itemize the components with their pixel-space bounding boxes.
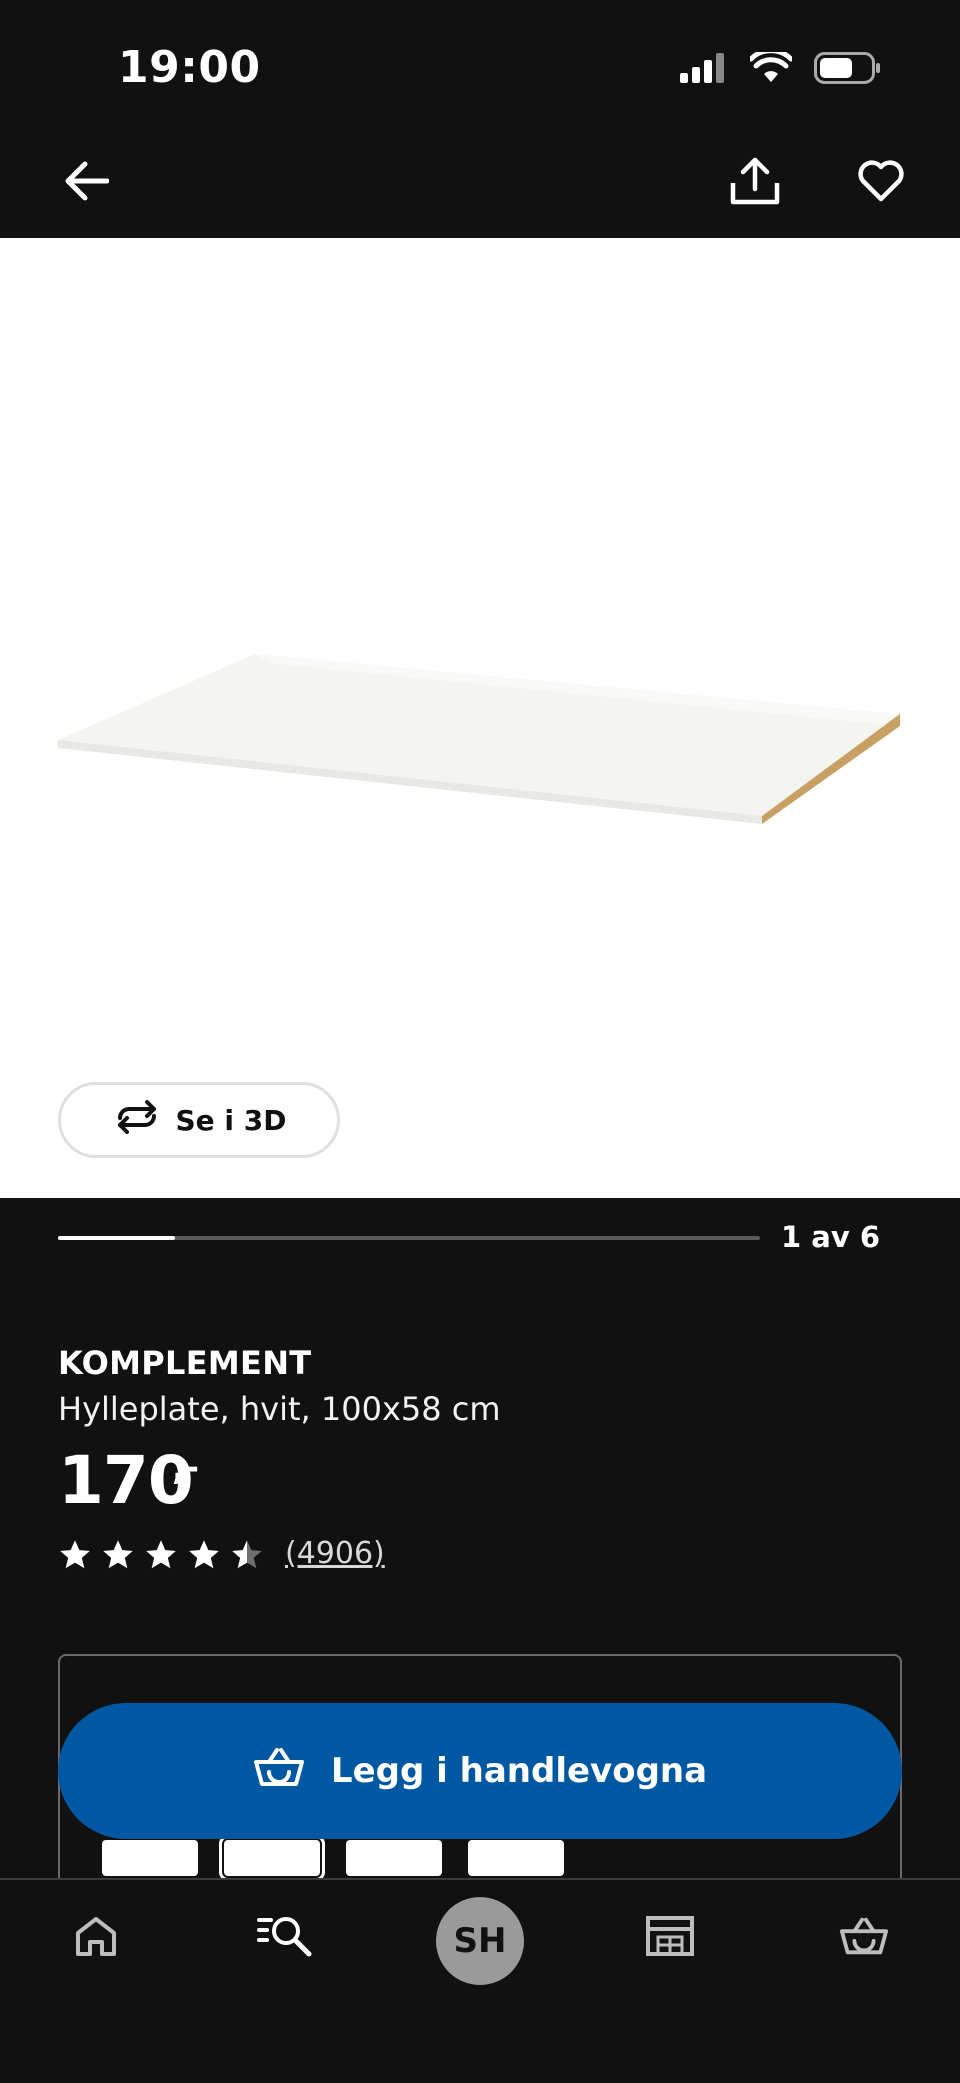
option-swatch[interactable] [468,1840,564,1876]
status-time: 19:00 [118,42,261,93]
rotate-3d-icon [112,1099,162,1141]
store-icon [645,1915,695,1961]
share-button[interactable] [720,148,790,218]
view-3d-label: Se i 3D [175,1103,287,1137]
gallery-progress-fill [58,1236,175,1240]
product-image-area[interactable] [0,238,960,1198]
status-icons [680,48,880,88]
gallery-progress-bar [58,1236,760,1240]
product-image [58,654,900,824]
nav-search[interactable] [236,1900,336,1976]
nav-profile-avatar[interactable]: SH [436,1897,524,1985]
nav-home[interactable] [46,1900,146,1976]
star-icon [189,1539,219,1568]
star-icon [232,1539,262,1568]
signal-icon [680,53,728,87]
view-3d-button[interactable]: Se i 3D [58,1082,340,1158]
favorite-button[interactable] [846,148,916,218]
cart-icon [839,1915,889,1961]
star-icon [103,1539,133,1568]
wifi-icon [748,48,794,88]
add-to-cart-label: Legg i handlevogna [330,1751,708,1791]
rating-stars [58,1538,264,1570]
nav-stores[interactable] [620,1900,720,1976]
home-icon [74,1915,118,1961]
back-button[interactable] [52,148,122,218]
option-swatch[interactable] [219,1835,325,1881]
heart-icon [858,160,904,206]
basket-icon [253,1746,305,1797]
price-suffix: ,- [172,1448,200,1488]
review-count-link[interactable]: (4906) [285,1536,385,1571]
option-swatch[interactable] [346,1840,442,1876]
star-icon [146,1539,176,1568]
back-arrow-icon [65,161,110,205]
product-description: Hylleplate, hvit, 100x58 cm [58,1390,501,1428]
share-icon [730,157,780,209]
gallery-page-indicator: 1 av 6 [780,1220,880,1254]
battery-icon [814,52,880,88]
search-icon [257,1914,315,1962]
nav-cart[interactable] [814,1900,914,1976]
star-icon [60,1539,90,1568]
product-brand: KOMPLEMENT [58,1344,312,1382]
add-to-cart-button[interactable]: Legg i handlevogna [58,1703,902,1839]
product-rating[interactable]: (4906) [58,1536,385,1571]
option-swatch[interactable] [102,1840,198,1876]
